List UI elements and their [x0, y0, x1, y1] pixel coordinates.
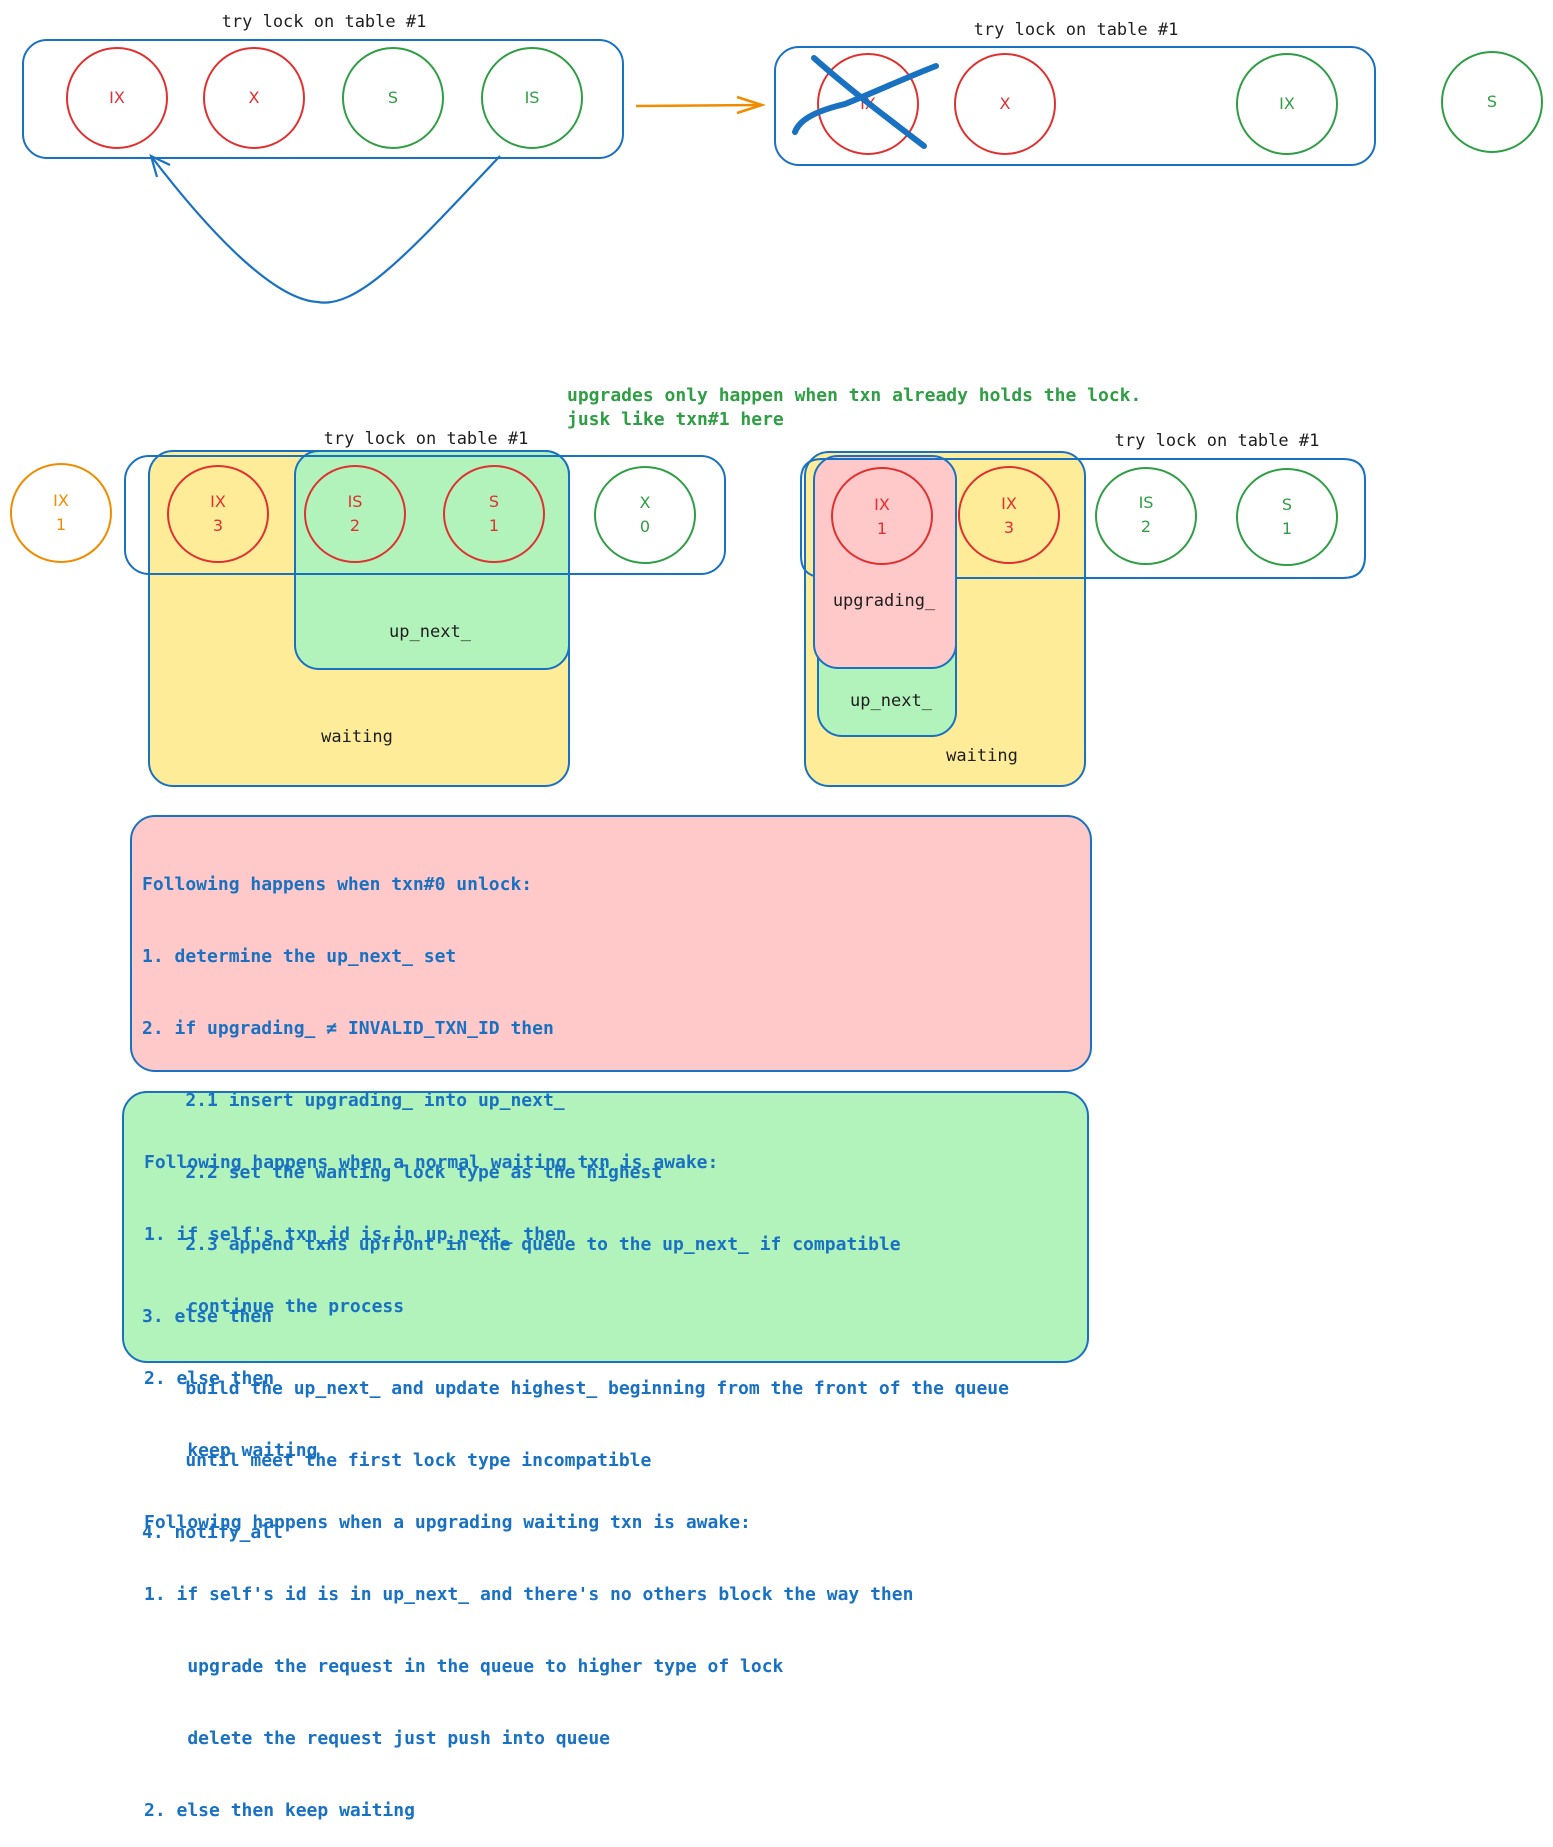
lock-circle: X	[954, 53, 1056, 155]
lock-circle: X	[203, 47, 305, 149]
diagram-1: try lock on table #1 IX X S IS	[22, 12, 624, 304]
lock-type: X	[640, 493, 651, 512]
note-line: 1. if self's id is in up_next_ and there…	[144, 1584, 914, 1605]
lock-type: S	[489, 492, 499, 511]
lock-type: S	[1282, 495, 1292, 514]
up-next-label: up_next_	[850, 691, 933, 711]
waiting-label: waiting	[946, 746, 1018, 766]
diagram-4-title: try lock on table #1	[1115, 431, 1320, 451]
note-line: keep waiting	[144, 1440, 318, 1461]
lock-type: S	[388, 88, 398, 107]
txn-id: 1	[877, 519, 887, 538]
diagram-2: try lock on table #1 IX X IX S	[774, 20, 1543, 166]
diagram-3-title: try lock on table #1	[324, 429, 529, 449]
txn-id: 3	[213, 516, 223, 535]
lock-type: IS	[348, 492, 363, 511]
awake-note-text: Following happens when a normal waiting …	[144, 1103, 913, 1847]
note-line: upgrade the request in the queue to high…	[144, 1656, 784, 1677]
lock-type: S	[1487, 92, 1497, 111]
lock-circle: IX	[1236, 53, 1338, 155]
txn-id: 2	[1141, 517, 1151, 536]
note-line: Following happens when a upgrading waiti…	[144, 1512, 751, 1533]
note-line: 2. else then	[144, 1368, 275, 1389]
diagram-3: try lock on table #1 up_next_ waiting IX…	[10, 429, 726, 787]
annotation-line: upgrades only happen when txn already ho…	[567, 385, 1142, 406]
note-line: Following happens when txn#0 unlock:	[142, 874, 533, 895]
cross-out-icon	[811, 55, 927, 149]
reorder-arrow	[150, 155, 501, 304]
lock-type: X	[1000, 94, 1011, 113]
lock-circle: IX	[66, 47, 168, 149]
lock-circle: S	[342, 47, 444, 149]
lock-type: IX	[210, 492, 226, 511]
lock-circle: X 0	[594, 466, 696, 564]
txn-id: 1	[1282, 519, 1292, 538]
lock-type: IS	[525, 88, 540, 107]
transition-arrow	[635, 95, 767, 115]
waiting-label: waiting	[321, 727, 393, 747]
txn-id: 3	[1004, 518, 1014, 537]
lock-type: IX	[874, 495, 890, 514]
note-line: 1. if self's txn_id is in up_next_ then	[144, 1224, 567, 1245]
txn-id: 0	[640, 517, 650, 536]
up-next-label: up_next_	[389, 622, 472, 642]
lock-circle-crossed: IX	[792, 53, 939, 155]
annotation-line: jusk like txn#1 here	[567, 409, 784, 430]
lock-type: IS	[1139, 493, 1154, 512]
note-line: 2. else then keep waiting	[144, 1800, 415, 1821]
txn-id: 1	[56, 515, 66, 534]
note-line: Following happens when a normal waiting …	[144, 1152, 719, 1173]
lock-circle: IS 2	[1095, 467, 1197, 565]
upgrading-label: upgrading_	[833, 591, 936, 611]
lock-type: IX	[109, 88, 125, 107]
diagram-2-title: try lock on table #1	[974, 20, 1179, 40]
note-line: 2. if upgrading_ ≠ INVALID_TXN_ID then	[142, 1018, 554, 1039]
lock-circle: S 1	[1236, 468, 1338, 566]
txn-id: 2	[350, 516, 360, 535]
note-line: delete the request just push into queue	[144, 1728, 610, 1749]
lock-type: IX	[53, 491, 69, 510]
lock-type: X	[249, 88, 260, 107]
lock-type: IX	[1279, 94, 1295, 113]
lock-circle-outside: S	[1441, 51, 1543, 153]
note-line: 1. determine the up_next_ set	[142, 946, 457, 967]
txn-id: 1	[489, 516, 499, 535]
lock-circle-outside: IX 1	[10, 463, 112, 563]
upgrading-set	[813, 455, 957, 669]
upgrade-annotation: upgrades only happen when txn already ho…	[567, 384, 1141, 432]
lock-type: IX	[1001, 494, 1017, 513]
note-line: continue the process	[144, 1296, 405, 1317]
diagram-1-title: try lock on table #1	[222, 12, 427, 32]
lock-circle: IS	[481, 47, 583, 149]
diagram-4: try lock on table #1 upgrading_ up_next_…	[800, 431, 1366, 787]
